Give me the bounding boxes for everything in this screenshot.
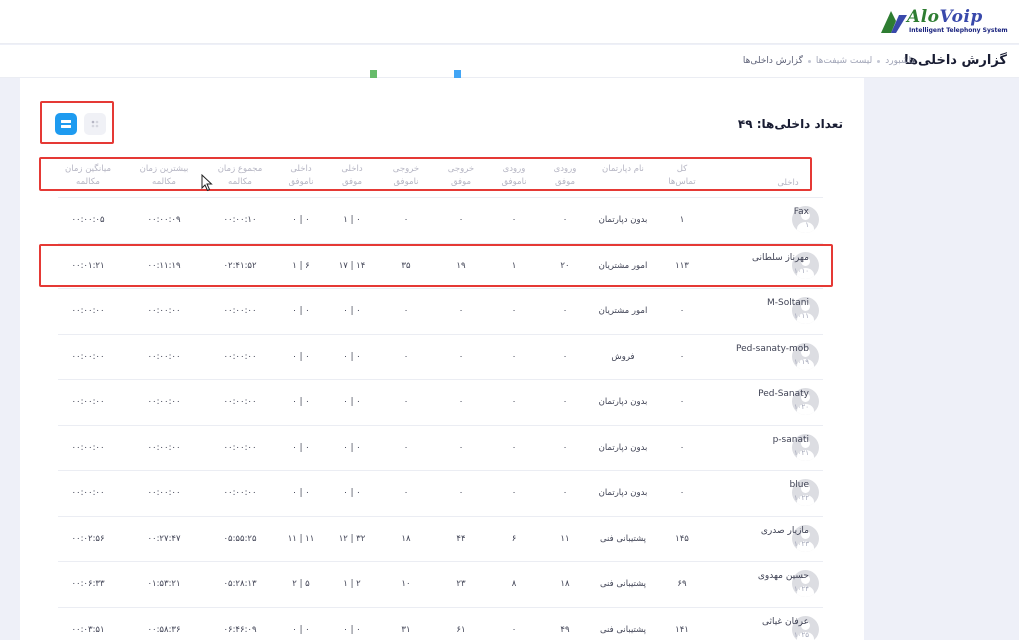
list-view-button[interactable] bbox=[55, 113, 77, 135]
column-header[interactable]: بیشترین زمان مکالمه bbox=[124, 163, 204, 189]
extension-number: ۱۰۲۰ bbox=[793, 403, 809, 411]
cell-avg-time: ۰۰:۰۰:۰۰ bbox=[71, 442, 105, 453]
extension-name[interactable]: مازیار صدری bbox=[761, 526, 809, 536]
row-divider bbox=[58, 379, 823, 380]
legend-swatch-blue bbox=[454, 70, 461, 78]
page-title: گزارش داخلی‌ها bbox=[904, 53, 1007, 68]
column-header-line2: مکالمه bbox=[76, 177, 100, 187]
row-divider bbox=[58, 470, 823, 471]
cell-avg-time: ۰۰:۰۰:۰۵ bbox=[71, 215, 105, 225]
breadcrumb-separator bbox=[877, 59, 881, 63]
cell-max-time: ۰۰:۵۸:۳۶ bbox=[147, 624, 181, 635]
cell-max-time: ۰۰:۰۰:۰۹ bbox=[147, 215, 181, 225]
column-header-line1: میانگین زمان bbox=[65, 164, 111, 174]
extension-number: ۱۰۱۱ bbox=[793, 312, 809, 320]
cell-sum-time: ۰۵:۵۵:۲۵ bbox=[223, 533, 257, 544]
cell-max-time: ۰۰:۰۰:۰۰ bbox=[147, 488, 181, 498]
extension-name[interactable]: Ped-Sanaty bbox=[758, 389, 809, 399]
logo-mark-icon bbox=[881, 11, 907, 33]
extension-number: ۱۰۲۳ bbox=[793, 539, 809, 548]
grid-view-icon bbox=[91, 120, 99, 128]
extension-number: ۱۰۱۹ bbox=[793, 357, 809, 366]
grid-view-button[interactable] bbox=[84, 113, 106, 135]
row-divider bbox=[58, 606, 823, 608]
highlighted-row-box bbox=[39, 244, 833, 287]
extension-name[interactable]: حسین مهدوی bbox=[758, 571, 809, 581]
row-divider bbox=[58, 515, 823, 517]
cell-sum-time: ۰۵:۲۸:۱۳ bbox=[223, 579, 257, 589]
cell-max-time: ۰۰:۰۰:۰۰ bbox=[147, 397, 181, 407]
mouse-cursor-icon bbox=[201, 174, 213, 192]
column-header-line2: مکالمه bbox=[152, 177, 176, 187]
extension-name[interactable]: p-sanati bbox=[773, 435, 809, 445]
cell-sum-time: ۰۰:۰۰:۰۰ bbox=[223, 488, 257, 498]
breadcrumb-separator bbox=[807, 59, 811, 63]
cell-sum-time: ۰۰:۰۰:۱۰ bbox=[223, 215, 257, 225]
legend-swatch-green bbox=[370, 70, 377, 78]
extension-number: ۱۰۲۵ bbox=[793, 630, 809, 639]
cell-avg-time: ۰۰:۰۶:۳۳ bbox=[71, 579, 105, 589]
row-divider bbox=[58, 424, 823, 426]
cell-max-time: ۰۰:۰۰:۰۰ bbox=[147, 306, 181, 316]
breadcrumb-current: گزارش داخلی‌ها bbox=[742, 56, 803, 66]
alovoip-logo[interactable]: AloVoip Intelligent Telephony System bbox=[879, 7, 1008, 37]
cell-max-time: ۰۰:۰۰:۰۰ bbox=[147, 442, 181, 453]
extension-name[interactable]: blue bbox=[790, 480, 809, 490]
cell-sum-time: ۰۶:۴۶:۰۹ bbox=[223, 624, 257, 635]
extension-name[interactable]: Ped-sanaty-mob bbox=[736, 344, 809, 354]
extension-name[interactable]: M-Soltani bbox=[767, 298, 809, 308]
cell-sum-time: ۰۰:۰۰:۰۰ bbox=[223, 397, 257, 407]
subheader: گزارش داخلی‌ها داشبورد لیست شیفت‌ها گزار… bbox=[0, 45, 1019, 78]
breadcrumb: داشبورد لیست شیفت‌ها گزارش داخلی‌ها bbox=[743, 56, 915, 66]
cell-avg-time: ۰۰:۰۰:۰۰ bbox=[71, 351, 105, 362]
extension-name[interactable]: عرفان غیاثی bbox=[762, 617, 809, 627]
cell-max-time: ۰۱:۵۳:۲۱ bbox=[147, 579, 181, 589]
column-header-line1: داخلی bbox=[777, 178, 799, 188]
row-divider bbox=[58, 197, 823, 198]
extensions-count: تعداد داخلی‌ها: ۴۹ bbox=[737, 117, 843, 131]
extension-name[interactable]: Fax bbox=[794, 207, 809, 217]
extension-number: ۱۰۲۴ bbox=[793, 585, 809, 593]
extension-number: ۱۰۲۱ bbox=[793, 448, 809, 457]
cell-max-time: ۰۰:۰۰:۰۰ bbox=[147, 351, 181, 362]
cell-avg-time: ۰۰:۰۰:۰۰ bbox=[71, 397, 105, 407]
breadcrumb-shift-list[interactable]: لیست شیفت‌ها bbox=[816, 56, 872, 66]
cell-sum-time: ۰۰:۰۰:۰۰ bbox=[223, 306, 257, 316]
list-view-icon bbox=[61, 120, 71, 128]
row-divider bbox=[58, 561, 823, 562]
cell-avg-time: ۰۰:۰۳:۵۱ bbox=[71, 624, 105, 635]
breadcrumb-dashboard[interactable]: داشبورد bbox=[885, 56, 915, 66]
cell-avg-time: ۰۰:۰۲:۵۶ bbox=[71, 533, 105, 544]
extension-number: ۱ bbox=[805, 221, 809, 229]
top-bar: AloVoip Intelligent Telephony System bbox=[0, 0, 1019, 44]
row-divider bbox=[58, 288, 823, 289]
cell-avg-time: ۰۰:۰۰:۰۰ bbox=[71, 306, 105, 316]
column-header-line2: تماس‌ها bbox=[668, 177, 696, 187]
cell-sum-time: ۰۰:۰۰:۰۰ bbox=[223, 442, 257, 453]
column-header[interactable]: داخلی bbox=[748, 177, 828, 190]
extension-number: ۱۰۲۲ bbox=[793, 494, 809, 502]
logo-tagline: Intelligent Telephony System bbox=[909, 27, 1008, 34]
cell-max-time: ۰۰:۲۷:۴۷ bbox=[147, 533, 181, 544]
row-divider bbox=[58, 333, 823, 335]
cell-avg-time: ۰۰:۰۰:۰۰ bbox=[71, 488, 105, 498]
cell-sum-time: ۰۰:۰۰:۰۰ bbox=[223, 351, 257, 362]
logo-wordmark: AloVoip bbox=[907, 7, 983, 27]
column-header-line1: بیشترین زمان bbox=[139, 164, 189, 174]
column-header[interactable]: میانگین زمان مکالمه bbox=[48, 163, 128, 189]
